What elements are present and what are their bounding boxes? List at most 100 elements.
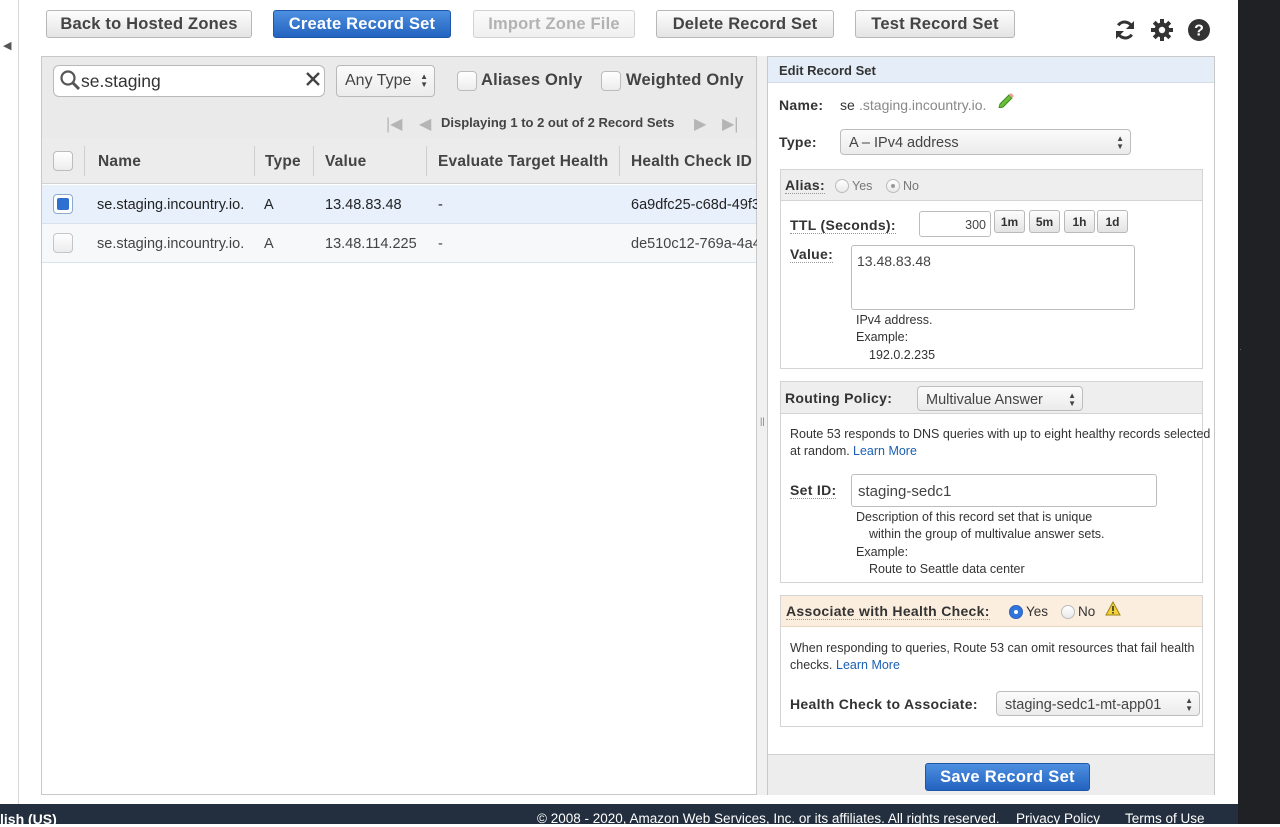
filter-bar: Any Type ▲▼ Aliases Only Weighted Only |… — [42, 57, 756, 139]
routing-learn-more-link[interactable]: Learn More — [853, 444, 917, 458]
weighted-only-label: Weighted Only — [626, 71, 744, 89]
health-check-no-radio[interactable] — [1061, 605, 1075, 619]
row-health-check-id: 6a9dfc25-c68d-49f3 — [631, 197, 760, 213]
help-icon[interactable]: ? — [1187, 18, 1211, 42]
row-type: A — [264, 236, 274, 252]
name-suffix: .staging.incountry.io. — [859, 97, 987, 113]
row-type: A — [264, 197, 274, 213]
ttl-5m-button[interactable]: 5m — [1029, 210, 1060, 233]
column-header-health-check-id[interactable]: Health Check ID — [631, 153, 752, 171]
gear-icon[interactable] — [1150, 18, 1174, 42]
ttl-1m-button[interactable]: 1m — [994, 210, 1025, 233]
edit-panel-title: Edit Record Set — [779, 63, 876, 78]
ttl-label: TTL (Seconds): — [790, 217, 896, 234]
prev-page-icon[interactable]: ◀ — [419, 114, 431, 134]
edit-panel-footer: Save Record Set — [768, 754, 1214, 795]
first-page-icon[interactable]: |◀ — [386, 114, 402, 134]
row-value: 13.48.83.48 — [325, 197, 402, 213]
page-footer: lish (US) © 2008 - 2020, Amazon Web Serv… — [0, 804, 1238, 827]
type-label: Type: — [779, 134, 817, 150]
next-page-icon[interactable]: ▶ — [694, 114, 706, 134]
row-value: 13.48.114.225 — [325, 236, 417, 252]
test-record-set-button[interactable]: Test Record Set — [855, 10, 1015, 38]
health-check-select-value: staging-sedc1-mt-app01 — [1005, 697, 1162, 713]
row-checkbox[interactable] — [53, 194, 73, 214]
associate-health-check-label: Associate with Health Check: — [786, 603, 990, 620]
weighted-only-checkbox[interactable] — [601, 71, 621, 91]
last-page-icon[interactable]: ▶| — [722, 114, 738, 134]
search-box[interactable] — [53, 65, 325, 97]
alias-value-section: Alias: Yes No TTL (Seconds): 300 Value: … — [780, 169, 1203, 369]
set-id-input[interactable]: staging-sedc1 — [851, 474, 1157, 507]
row-evaluate-target-health: - — [438, 197, 443, 213]
value-hint-1: IPv4 address. — [856, 313, 933, 327]
table-row[interactable]: se.staging.incountry.io. A 13.48.83.48 -… — [42, 185, 760, 224]
refresh-icon[interactable] — [1113, 18, 1137, 42]
aliases-only-label: Aliases Only — [481, 71, 583, 89]
column-header-type[interactable]: Type — [265, 153, 301, 171]
type-select[interactable]: A – IPv4 address ▲ ▼ — [840, 129, 1131, 155]
search-icon — [60, 70, 81, 91]
panel-splitter[interactable]: || — [757, 56, 767, 795]
routing-policy-select[interactable]: Multivalue Answer ▲ ▼ — [917, 386, 1083, 411]
column-header-value[interactable]: Value — [325, 153, 367, 171]
ttl-input[interactable]: 300 — [919, 211, 991, 237]
left-rail: ◀ — [0, 0, 19, 804]
name-prefix[interactable]: se — [840, 97, 855, 113]
health-check-yes-radio[interactable] — [1009, 605, 1023, 619]
edit-panel-header: Edit Record Set — [768, 57, 1214, 83]
delete-record-set-button[interactable]: Delete Record Set — [656, 10, 834, 38]
alias-no-label: No — [903, 179, 919, 193]
select-arrows-icon: ▲ ▼ — [420, 72, 428, 89]
table-row[interactable]: se.staging.incountry.io. A 13.48.114.225… — [42, 224, 761, 263]
row-checkbox[interactable] — [53, 233, 73, 253]
aliases-only-checkbox[interactable] — [457, 71, 477, 91]
select-arrows-icon: ▲ ▼ — [1116, 134, 1124, 151]
set-id-label: Set ID: — [790, 482, 837, 499]
create-record-set-button[interactable]: Create Record Set — [273, 10, 451, 38]
health-check-yes-label: Yes — [1026, 604, 1049, 619]
right-dark-edge: · — [1238, 0, 1280, 824]
row-evaluate-target-health: - — [438, 236, 443, 252]
column-header-name[interactable]: Name — [98, 153, 141, 171]
health-check-no-label: No — [1078, 604, 1096, 619]
language-selector[interactable]: lish (US) — [0, 811, 57, 827]
health-check-select[interactable]: staging-sedc1-mt-app01 ▲ ▼ — [996, 691, 1200, 716]
health-check-description-2: checks. — [790, 658, 833, 672]
record-type-select[interactable]: Any Type ▲ ▼ — [336, 65, 435, 97]
import-zone-file-button: Import Zone File — [473, 10, 635, 38]
row-name: se.staging.incountry.io. — [97, 197, 245, 213]
value-textarea[interactable]: 13.48.83.48 — [851, 245, 1135, 310]
health-check-learn-more-link[interactable]: Learn More — [836, 658, 900, 672]
alias-yes-radio[interactable] — [835, 179, 849, 193]
set-id-hint-2: within the group of multivalue answer se… — [869, 527, 1105, 541]
pager-text: Displaying 1 to 2 out of 2 Record Sets — [441, 115, 675, 130]
edit-pencil-icon[interactable] — [997, 92, 1015, 108]
select-all-checkbox[interactable] — [53, 151, 73, 171]
routing-policy-label: Routing Policy: — [785, 390, 893, 406]
alias-label: Alias: — [785, 177, 825, 194]
routing-policy-section: Routing Policy: Multivalue Answer ▲ ▼ Rou… — [780, 381, 1210, 583]
health-check-to-associate-label: Health Check to Associate: — [790, 696, 978, 712]
name-label: Name: — [779, 97, 824, 113]
routing-policy-value: Multivalue Answer — [926, 392, 1043, 408]
column-header-evaluate-target-health[interactable]: Evaluate Target Health — [438, 153, 608, 171]
select-arrows-icon: ▲ ▼ — [1068, 391, 1076, 408]
edit-record-set-panel: Edit Record Set Name: se .staging.incoun… — [767, 56, 1215, 795]
save-record-set-button[interactable]: Save Record Set — [925, 763, 1090, 791]
routing-description: Route 53 responds to DNS queries with up… — [790, 427, 1211, 441]
ttl-1d-button[interactable]: 1d — [1097, 210, 1128, 233]
clear-search-icon[interactable] — [304, 70, 322, 88]
back-to-hosted-zones-button[interactable]: Back to Hosted Zones — [46, 10, 252, 38]
record-type-select-value: Any Type — [345, 72, 412, 89]
row-health-check-id: de510c12-769a-4a4 — [631, 236, 761, 252]
collapse-arrow-icon[interactable]: ◀ — [3, 39, 11, 52]
health-check-description: When responding to queries, Route 53 can… — [790, 641, 1195, 655]
svg-text:?: ? — [1194, 23, 1204, 40]
alias-no-radio[interactable] — [886, 179, 900, 193]
select-arrows-icon: ▲ ▼ — [1185, 696, 1193, 713]
warning-icon — [1105, 601, 1121, 616]
search-input[interactable] — [81, 70, 291, 92]
set-id-hint-1: Description of this record set that is u… — [856, 510, 1093, 524]
ttl-1h-button[interactable]: 1h — [1064, 210, 1095, 233]
